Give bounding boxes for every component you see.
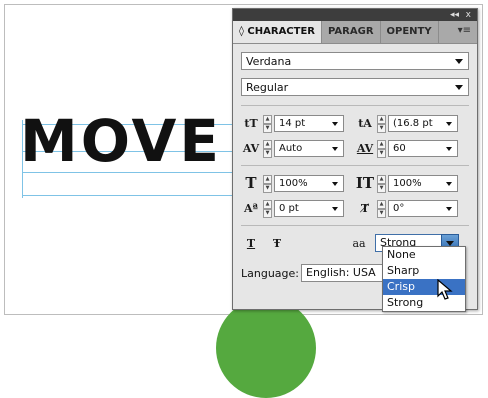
tracking-stepper[interactable]: ▲ ▼ xyxy=(377,140,386,158)
horizontal-scale-icon: IT xyxy=(355,174,375,192)
font-size-stepper[interactable]: ▲ ▼ xyxy=(263,115,272,133)
baseline-shift-control: Aª ▲ ▼ 0 pt xyxy=(241,199,355,218)
kerning-icon: AV xyxy=(242,141,260,155)
rotation-icon: T̸ xyxy=(360,201,370,215)
rotation-field[interactable]: 0° xyxy=(388,199,458,217)
font-style-value: Regular xyxy=(246,80,289,94)
tracking-field[interactable]: 60 xyxy=(388,139,458,157)
antialias-dropdown-list: None Sharp Crisp Strong xyxy=(382,246,466,312)
font-family-value: Verdana xyxy=(246,54,292,68)
leading-field[interactable]: (16.8 pt xyxy=(388,114,458,132)
dropdown-option-sharp[interactable]: Sharp xyxy=(383,263,465,279)
chevron-down-icon xyxy=(455,85,463,90)
divider xyxy=(241,165,469,166)
rotation-control: T̸ ▲ ▼ 0° xyxy=(355,199,469,218)
panel-titlebar: ◂◂ x xyxy=(233,9,477,21)
kerning-stepper[interactable]: ▲ ▼ xyxy=(263,140,272,158)
font-size-control: tT ▲ ▼ 14 pt xyxy=(241,114,355,133)
baseline-shift-stepper[interactable]: ▲ ▼ xyxy=(263,200,272,218)
tab-opentype[interactable]: OPENTY xyxy=(381,21,439,43)
chevron-down-icon xyxy=(455,59,463,64)
tab-character[interactable]: ◊ CHARACTER xyxy=(233,21,323,43)
green-circle-shape[interactable] xyxy=(216,298,316,398)
antialias-icon: aa xyxy=(352,236,366,250)
divider xyxy=(241,105,469,106)
vertical-scale-icon: T xyxy=(245,174,257,192)
size-leading-row: tT ▲ ▼ 14 pt tA ▲ ▼ (16.8 pt xyxy=(241,112,469,134)
baseline-rotation-row: Aª ▲ ▼ 0 pt T̸ ▲ ▼ 0° xyxy=(241,197,469,219)
leading-control: tA ▲ ▼ (16.8 pt xyxy=(355,114,469,133)
horizontal-scale-field[interactable]: 100% xyxy=(388,174,458,192)
baseline-shift-field[interactable]: 0 pt xyxy=(274,199,344,217)
vertical-scale-field[interactable]: 100% xyxy=(274,174,344,192)
horizontal-scale-stepper[interactable]: ▲ ▼ xyxy=(377,175,386,193)
strikethrough-icon[interactable]: Ŧ xyxy=(267,234,287,252)
kerning-tracking-row: AV ▲ ▼ Auto AV ▲ ▼ 60 xyxy=(241,137,469,159)
vertical-scale-stepper[interactable]: ▲ ▼ xyxy=(263,175,272,193)
collapse-icon[interactable]: ◂◂ xyxy=(450,9,459,21)
underline-icon[interactable]: T xyxy=(241,234,261,252)
panel-menu-icon[interactable]: ▾≡ xyxy=(458,25,471,36)
rotation-stepper[interactable]: ▲ ▼ xyxy=(377,200,386,218)
mouse-pointer-icon xyxy=(437,279,453,300)
kerning-control: AV ▲ ▼ Auto xyxy=(241,139,355,158)
horizontal-scale-control: IT ▲ ▼ 100% xyxy=(355,174,469,193)
tracking-icon: AV xyxy=(356,141,374,155)
close-icon[interactable]: x xyxy=(466,9,471,21)
baseline-shift-icon: Aª xyxy=(244,201,258,215)
dropdown-option-none[interactable]: None xyxy=(383,247,465,263)
font-style-select[interactable]: Regular xyxy=(241,78,469,96)
leading-stepper[interactable]: ▲ ▼ xyxy=(377,115,386,133)
vertical-scale-control: T ▲ ▼ 100% xyxy=(241,174,355,193)
panel-tabs: ◊ CHARACTER PARAGR OPENTY ▾≡ xyxy=(233,21,477,44)
font-family-select[interactable]: Verdana xyxy=(241,52,469,70)
language-label: Language: xyxy=(241,266,299,280)
tracking-control: AV ▲ ▼ 60 xyxy=(355,139,469,158)
canvas-text[interactable]: MOVE xyxy=(20,112,222,170)
guide-line-bottom xyxy=(22,195,232,196)
font-size-field[interactable]: 14 pt xyxy=(274,114,344,132)
kerning-field[interactable]: Auto xyxy=(274,139,344,157)
divider xyxy=(241,225,469,226)
tab-paragraph[interactable]: PARAGR xyxy=(322,21,381,43)
scale-row: T ▲ ▼ 100% IT ▲ ▼ 100% xyxy=(241,172,469,194)
leading-icon: tA xyxy=(358,116,372,130)
font-size-icon: tT xyxy=(244,116,258,130)
language-value: English: USA xyxy=(306,266,376,279)
